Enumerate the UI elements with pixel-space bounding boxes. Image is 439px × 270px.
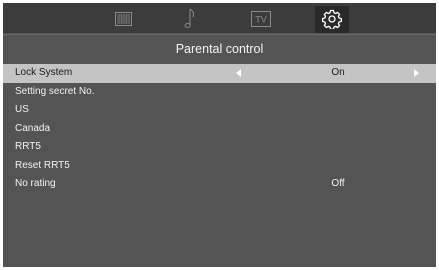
menu-item-label: Canada bbox=[15, 122, 51, 134]
menu-item-label: Lock System bbox=[15, 67, 73, 78]
page-title: Parental control bbox=[175, 42, 264, 56]
menu-item-setting-secret-no[interactable]: Setting secret No. bbox=[3, 83, 436, 102]
menu-item-label: US bbox=[15, 104, 29, 115]
tv-icon[interactable]: TV bbox=[246, 6, 276, 32]
menu-item-us[interactable]: US bbox=[3, 101, 436, 120]
menu-item-canada[interactable]: Canada bbox=[3, 120, 436, 139]
menu-item-value: Off bbox=[331, 178, 345, 189]
menu-item-label: RRT5 bbox=[15, 141, 41, 152]
menu-list: Lock System On Setting secret No. US Can… bbox=[3, 64, 436, 194]
menu-item-label: Setting secret No. bbox=[15, 85, 95, 97]
menu-item-label: No rating bbox=[15, 178, 56, 189]
menu-item-rrt5[interactable]: RRT5 bbox=[3, 138, 436, 157]
menu-item-value: On bbox=[331, 67, 345, 78]
picture-grid-icon[interactable] bbox=[108, 6, 138, 32]
music-note-icon[interactable] bbox=[175, 6, 205, 32]
arrow-right-icon[interactable] bbox=[414, 69, 419, 77]
header-divider bbox=[3, 34, 436, 35]
arrow-left-icon[interactable] bbox=[236, 69, 241, 77]
tv-menu-screen: TV Parental control Lock System On Setti… bbox=[3, 3, 436, 267]
menu-item-no-rating[interactable]: No rating Off bbox=[3, 175, 436, 194]
tv-icon-label: TV bbox=[255, 15, 267, 25]
menu-item-lock-system[interactable]: Lock System On bbox=[3, 64, 436, 83]
gear-icon[interactable] bbox=[315, 6, 349, 32]
menu-item-label: Reset RRT5 bbox=[15, 159, 70, 171]
menu-tab-bar bbox=[3, 3, 436, 33]
menu-item-reset-rrt5[interactable]: Reset RRT5 bbox=[3, 157, 436, 176]
